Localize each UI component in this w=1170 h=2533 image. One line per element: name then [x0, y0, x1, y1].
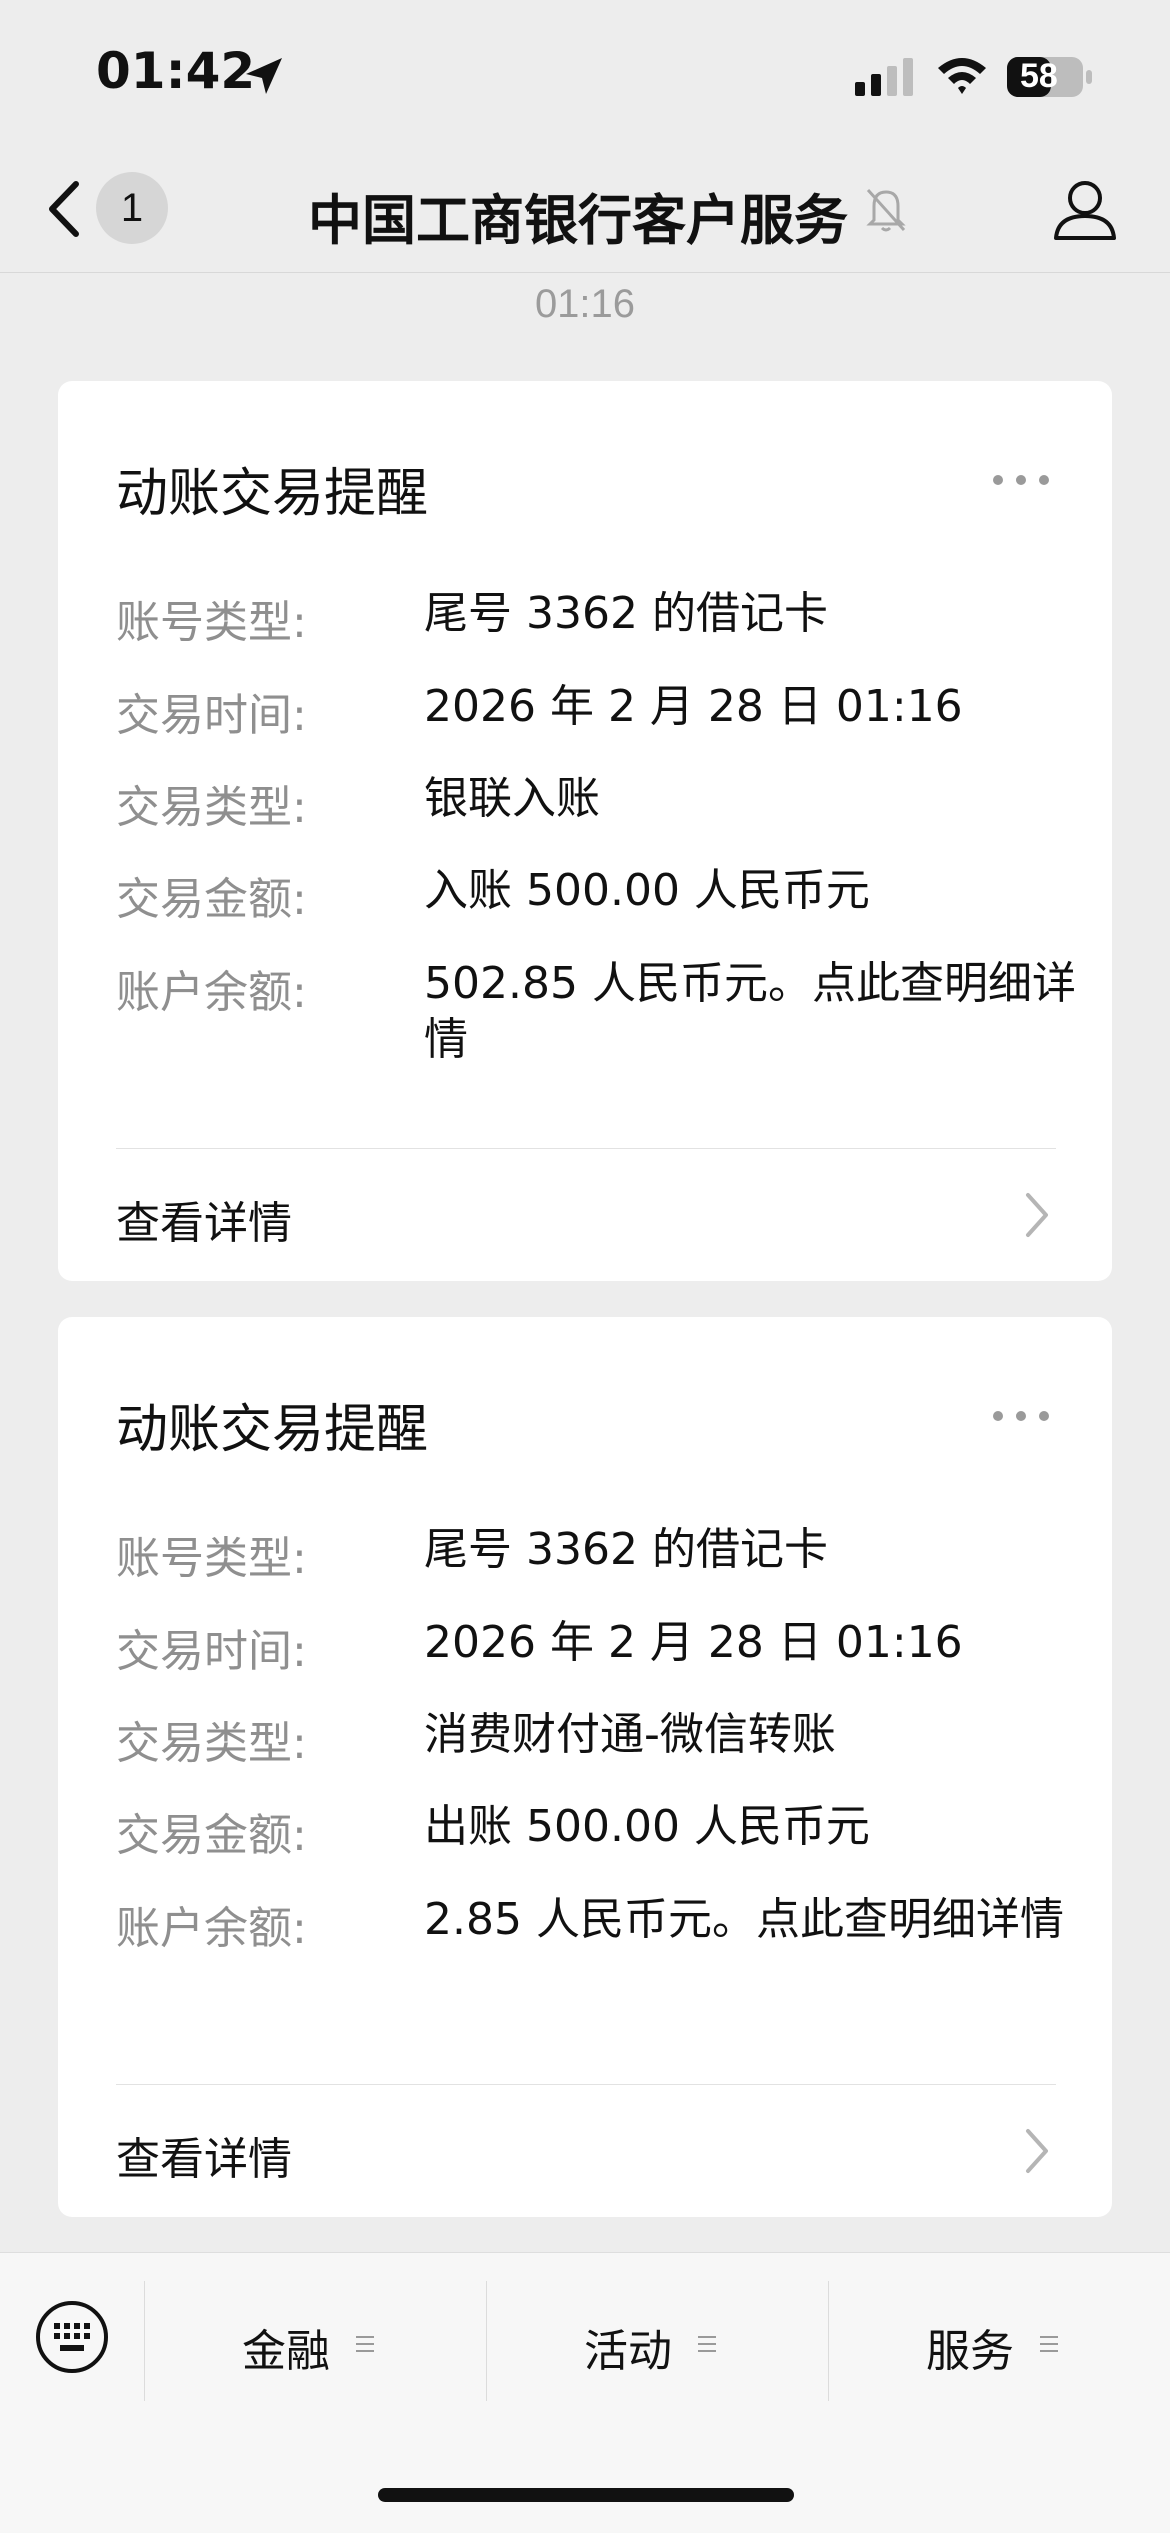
account-type-value: 尾号 3362 的借记卡	[424, 588, 828, 639]
back-chevron-icon[interactable]	[44, 178, 86, 240]
transaction-time-value: 2026 年 2 月 28 日 01:16	[424, 1617, 963, 1668]
transaction-type-value: 消费财付通-微信转账	[424, 1709, 836, 1760]
view-details-label: 查看详情	[116, 2134, 292, 2185]
menu-separator	[828, 2281, 829, 2401]
more-options-icon[interactable]	[990, 471, 1052, 489]
transaction-amount-value: 入账 500.00 人民币元	[424, 865, 870, 916]
menu-item-activity[interactable]: 活动	[488, 2281, 828, 2401]
menu-item-finance[interactable]: 金融	[146, 2281, 486, 2401]
account-balance-value[interactable]: 2.85 人民币元。点此查明细详情	[424, 1892, 1084, 1948]
view-details-label: 查看详情	[116, 1198, 292, 1249]
transaction-type-label: 交易类型:	[116, 782, 307, 833]
muted-bell-icon	[866, 188, 906, 232]
status-bar: 01:42 58	[0, 0, 1170, 150]
transaction-type-label: 交易类型:	[116, 1718, 307, 1769]
transaction-alert-card[interactable]: 动账交易提醒 账号类型: 尾号 3362 的借记卡 交易时间: 2026 年 2…	[58, 381, 1112, 1281]
submenu-lines-icon	[356, 2336, 374, 2352]
wifi-icon	[938, 58, 986, 94]
card-title: 动账交易提醒	[116, 464, 429, 524]
transaction-amount-value: 出账 500.00 人民币元	[424, 1801, 870, 1852]
unread-count-badge[interactable]: 1	[96, 172, 168, 244]
menu-item-service[interactable]: 服务	[830, 2281, 1170, 2401]
keyboard-icon[interactable]	[34, 2299, 110, 2375]
account-type-value: 尾号 3362 的借记卡	[424, 1524, 828, 1575]
account-balance-value[interactable]: 502.85 人民币元。点此查明细详情	[424, 956, 1084, 1068]
transaction-alert-card[interactable]: 动账交易提醒 账号类型: 尾号 3362 的借记卡 交易时间: 2026 年 2…	[58, 1317, 1112, 2217]
account-type-label: 账号类型:	[116, 597, 307, 648]
submenu-lines-icon	[698, 2336, 716, 2352]
chevron-right-icon	[1026, 2129, 1048, 2173]
status-time: 01:42	[96, 42, 256, 100]
profile-icon[interactable]	[1050, 174, 1120, 244]
submenu-lines-icon	[1040, 2336, 1058, 2352]
menu-separator	[486, 2281, 487, 2401]
more-options-icon[interactable]	[990, 1407, 1052, 1425]
nav-bar: 1 中国工商银行客户服务	[0, 150, 1170, 273]
transaction-time-label: 交易时间:	[116, 690, 307, 741]
transaction-time-value: 2026 年 2 月 28 日 01:16	[424, 681, 963, 732]
transaction-amount-label: 交易金额:	[116, 1810, 307, 1861]
transaction-time-label: 交易时间:	[116, 1626, 307, 1677]
transaction-amount-label: 交易金额:	[116, 874, 307, 925]
view-details-link[interactable]: 查看详情	[58, 1149, 1112, 1281]
menu-separator	[144, 2281, 145, 2401]
card-title: 动账交易提醒	[116, 1400, 429, 1460]
message-timestamp: 01:16	[534, 282, 636, 326]
cellular-signal-icon	[855, 58, 913, 96]
chevron-right-icon	[1026, 1193, 1048, 1237]
view-details-link[interactable]: 查看详情	[58, 2085, 1112, 2217]
location-arrow-icon	[246, 58, 282, 94]
battery-level: 58	[1020, 57, 1058, 95]
transaction-type-value: 银联入账	[424, 773, 600, 824]
menu-item-label: 服务	[926, 2326, 1014, 2377]
battery-icon: 58	[1006, 54, 1096, 100]
menu-item-label: 活动	[584, 2326, 672, 2377]
menu-item-label: 金融	[242, 2326, 330, 2377]
account-balance-label: 账户余额:	[116, 967, 307, 1018]
home-indicator[interactable]	[378, 2488, 794, 2502]
account-type-label: 账号类型:	[116, 1533, 307, 1584]
account-balance-label: 账户余额:	[116, 1903, 307, 1954]
page-title: 中国工商银行客户服务	[308, 189, 848, 252]
